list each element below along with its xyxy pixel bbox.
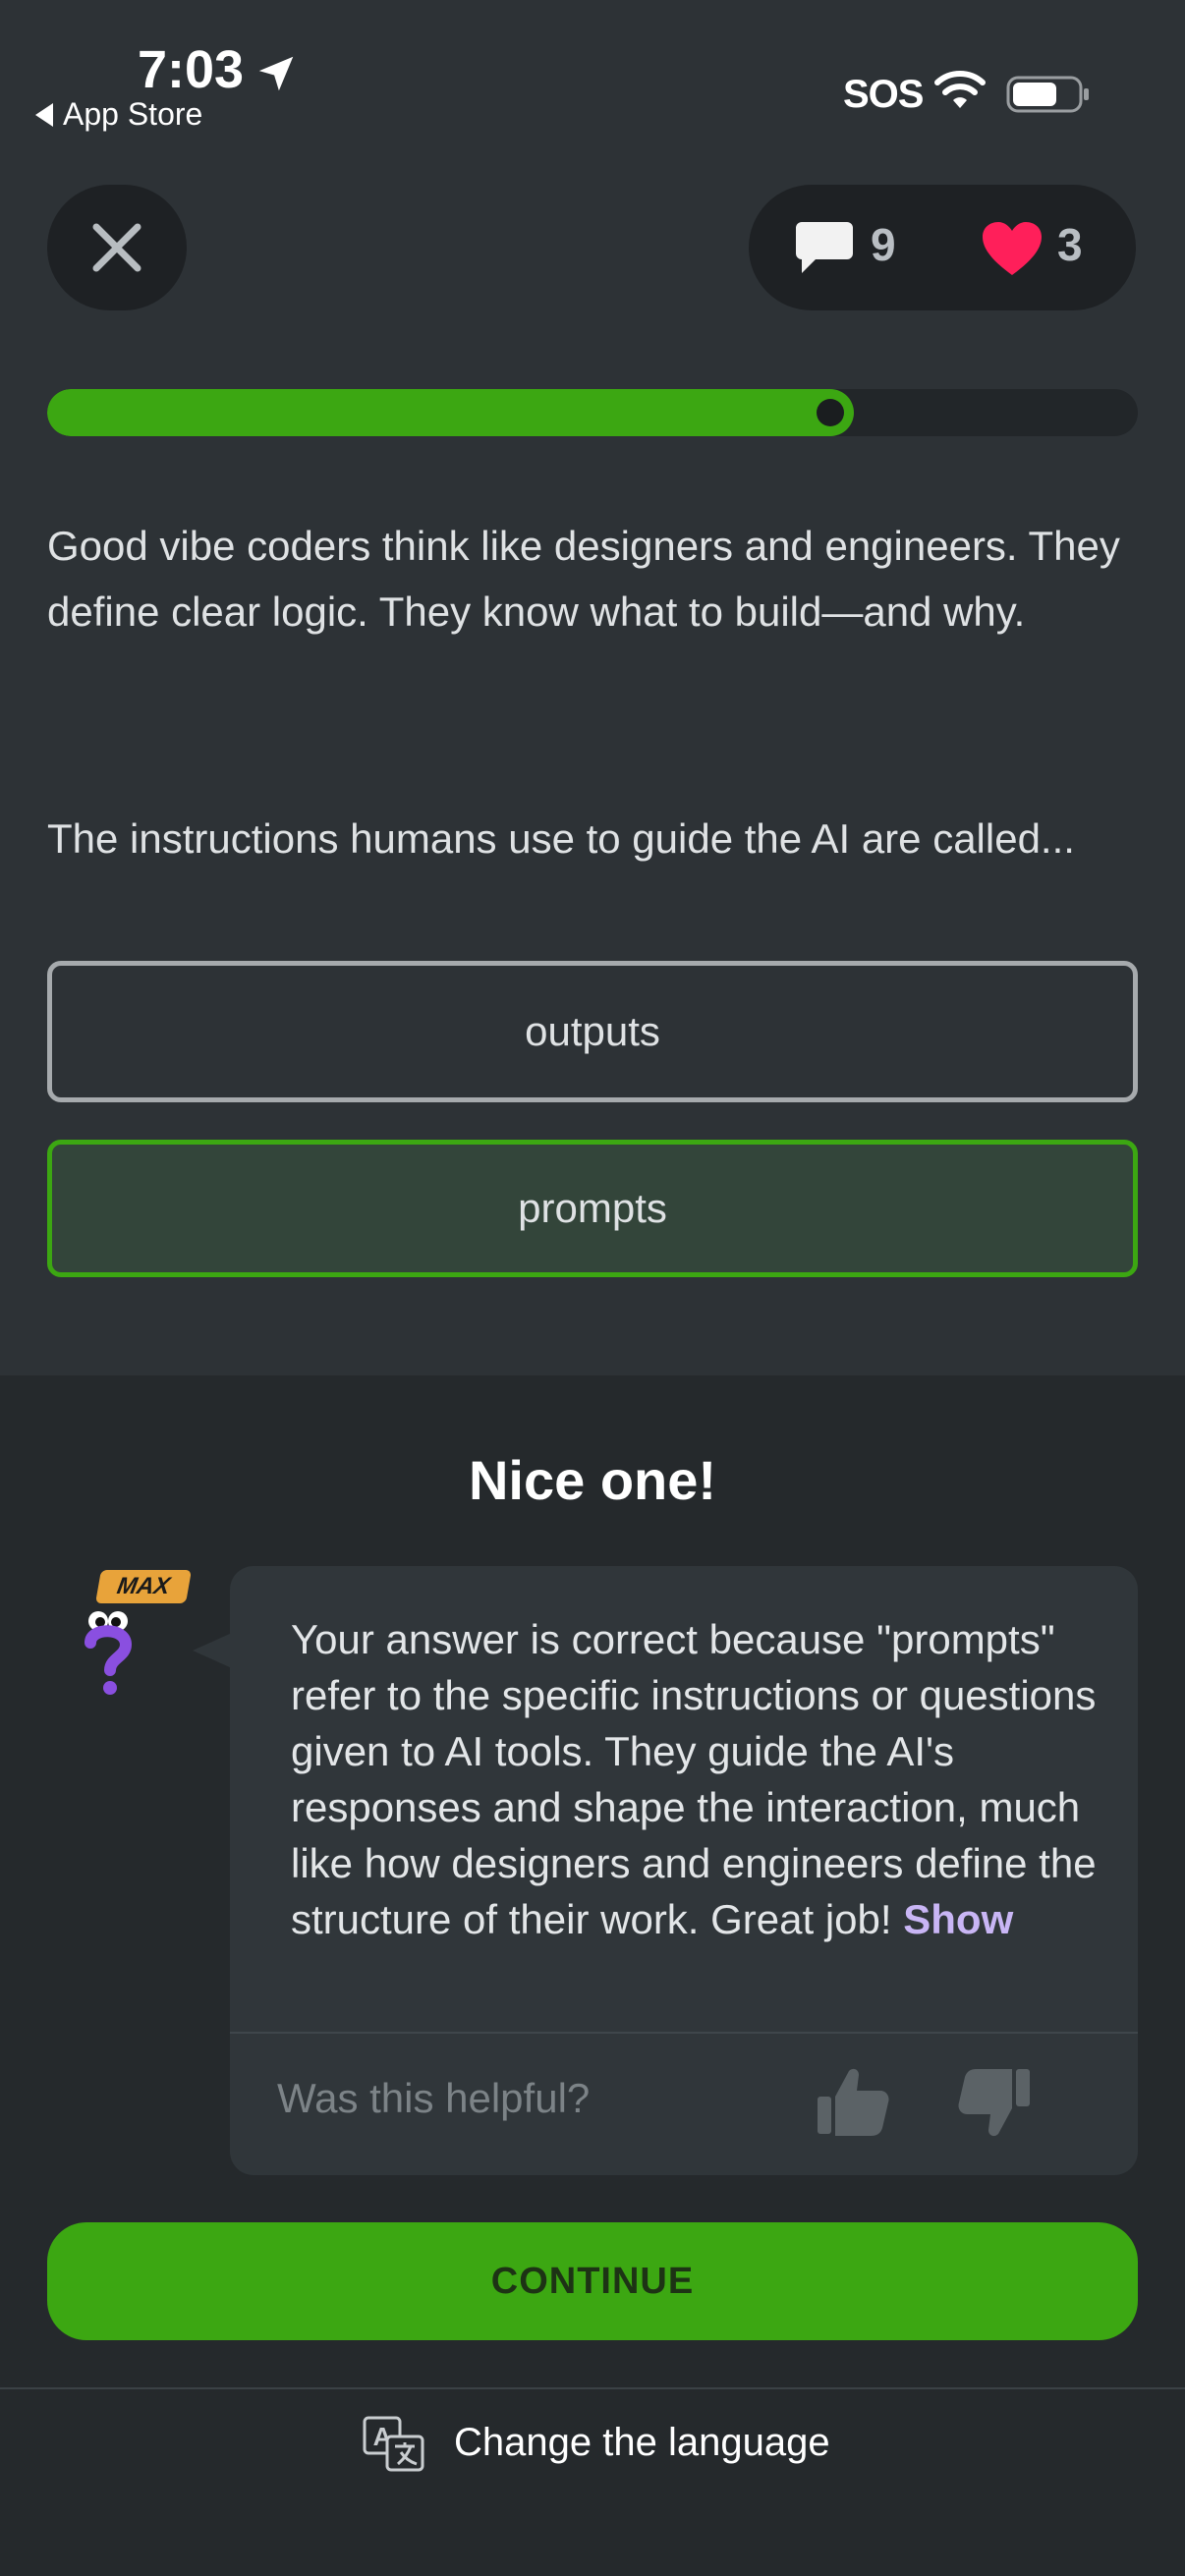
comments-count: 9 xyxy=(871,219,896,270)
sos-indicator: SOS xyxy=(843,73,924,116)
translate-icon[interactable]: A xyxy=(362,2415,426,2474)
battery-icon xyxy=(1006,76,1089,113)
bubble-tail xyxy=(193,1633,232,1668)
change-language-link[interactable]: Change the language xyxy=(454,2421,830,2465)
answer-option-prompts[interactable]: prompts xyxy=(47,1140,1138,1277)
lesson-progress-bar xyxy=(47,389,1138,436)
explanation-text: Your answer is correct because "prompts"… xyxy=(291,1611,1097,2002)
back-to-app-store-link[interactable]: App Store xyxy=(35,96,202,133)
bubble-divider xyxy=(230,2032,1138,2034)
mascot-icon xyxy=(85,1611,133,1695)
back-app-label: App Store xyxy=(63,96,203,132)
status-time: 7:03 xyxy=(138,40,245,99)
lives-count: 3 xyxy=(1057,219,1083,270)
lesson-paragraph: Good vibe coders think like designers an… xyxy=(47,523,1120,635)
continue-button[interactable]: CONTINUE xyxy=(47,2222,1138,2340)
heart-icon[interactable] xyxy=(981,220,1044,277)
helpful-prompt: Was this helpful? xyxy=(277,2075,591,2121)
thumbs-down-icon[interactable] xyxy=(955,2063,1034,2142)
result-title: Nice one! xyxy=(468,1449,717,1511)
back-arrow-icon xyxy=(35,102,53,127)
explanation-body: Your answer is correct because "prompts"… xyxy=(291,1616,1097,1942)
answer-option-outputs[interactable]: outputs xyxy=(47,961,1138,1102)
location-arrow-icon xyxy=(258,56,294,91)
question-text: The instructions humans use to guide the… xyxy=(47,815,1075,862)
max-badge: MAX xyxy=(95,1570,192,1603)
footer-divider xyxy=(0,2387,1185,2389)
show-more-link[interactable]: Show xyxy=(903,1896,1013,1942)
wifi-icon xyxy=(934,71,986,108)
chat-bubble-icon[interactable] xyxy=(794,220,855,277)
thumbs-up-icon[interactable] xyxy=(814,2063,892,2142)
close-icon xyxy=(92,223,141,272)
close-button[interactable] xyxy=(47,185,187,310)
progress-knob xyxy=(817,399,844,426)
progress-fill xyxy=(47,389,854,436)
